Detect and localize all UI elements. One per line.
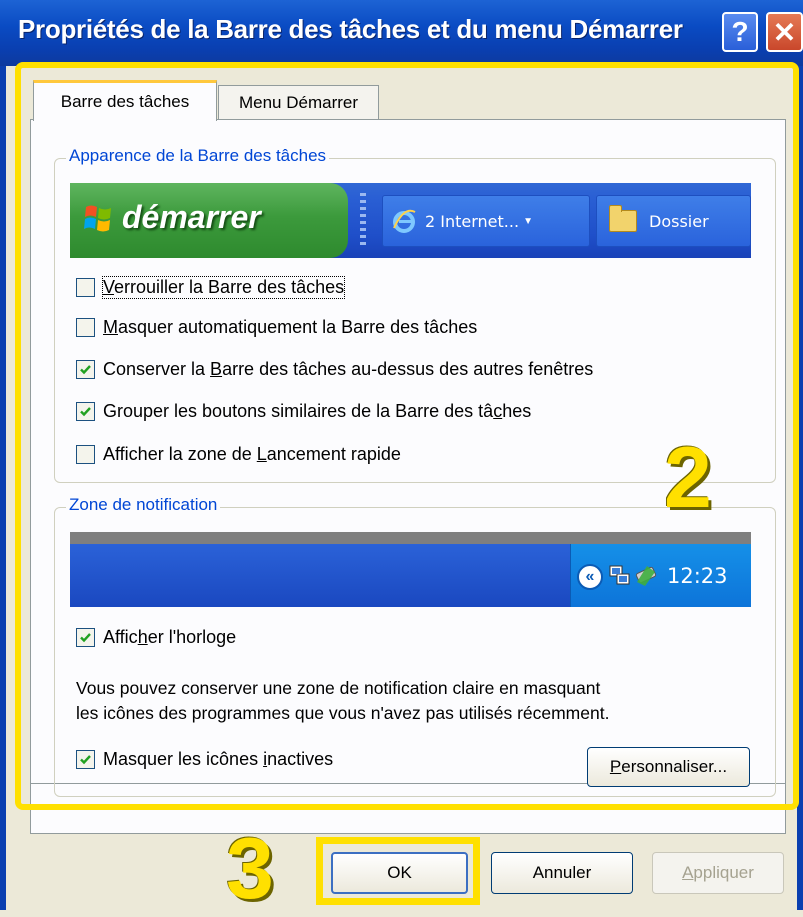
cancel-button[interactable]: Annuler	[491, 852, 633, 894]
title-bar[interactable]: Propriétés de la Barre des tâches et du …	[0, 0, 803, 66]
step-marker-3: 3	[226, 821, 274, 917]
help-button[interactable]: ?	[722, 12, 758, 52]
close-button[interactable]: ✕	[766, 12, 803, 52]
apply-button[interactable]: Appliquer	[652, 852, 784, 894]
close-icon: ✕	[772, 16, 797, 48]
step-marker-2: 2	[664, 430, 712, 526]
apply-mnemonic: A	[682, 863, 694, 882]
window-title: Propriétés de la Barre des tâches et du …	[18, 14, 683, 44]
tab-taskbar[interactable]: Barre des tâches	[33, 80, 217, 121]
window-frame-left	[0, 66, 6, 910]
highlight-box-ok	[316, 837, 480, 905]
apply-label: ppliquer	[693, 863, 754, 882]
